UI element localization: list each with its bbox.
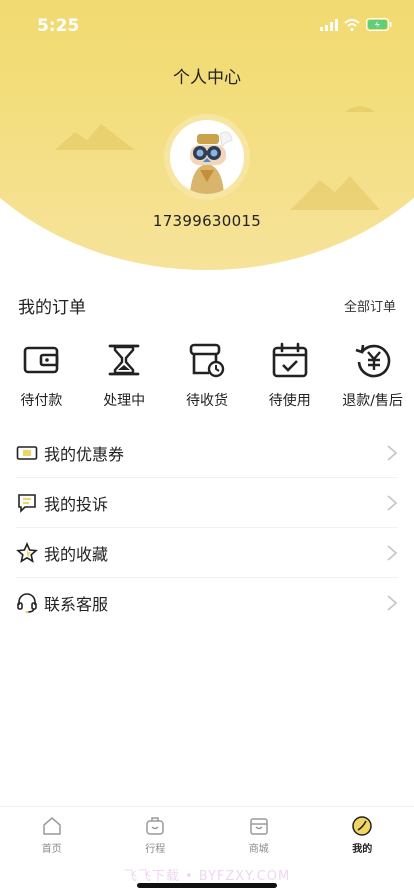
menu-item-coupons[interactable]: 我的优惠券	[16, 428, 398, 478]
profile-header: 5:25 个人中心 17399630015	[0, 0, 414, 275]
menu-item-complaints[interactable]: 我的投诉	[16, 478, 398, 528]
mountain-decoration	[55, 124, 135, 150]
tab-home[interactable]: 首页	[0, 807, 104, 862]
headset-icon	[16, 592, 38, 614]
bottom-tab-bar: 首页 行程 商城 我的	[0, 806, 414, 862]
menu-item-customer-service[interactable]: 联系客服	[16, 578, 398, 628]
menu-item-label: 我的投诉	[44, 494, 109, 514]
star-icon	[16, 541, 38, 564]
avatar-image	[170, 120, 244, 194]
calendar-check-icon	[272, 342, 308, 378]
battery-icon	[366, 18, 392, 31]
chevron-right-icon	[387, 595, 398, 611]
home-indicator	[137, 883, 277, 888]
explorer-mascot-icon	[190, 131, 233, 194]
order-refund[interactable]: 退款/售后	[331, 340, 414, 410]
shop-icon	[250, 818, 268, 835]
status-bar: 5:25	[0, 0, 414, 50]
order-processing[interactable]: 处理中	[83, 340, 166, 410]
watermark: 飞飞下载 • BYFZXY.COM	[123, 869, 291, 884]
order-item-label: 处理中	[103, 393, 146, 409]
trip-icon	[146, 817, 164, 835]
order-pending-payment[interactable]: 待付款	[0, 340, 83, 410]
menu-item-label: 联系客服	[44, 595, 109, 614]
tab-shop[interactable]: 商城	[207, 807, 311, 862]
page-title: 个人中心	[173, 68, 241, 88]
profile-icon	[352, 816, 372, 836]
wifi-icon	[344, 18, 360, 31]
order-to-use[interactable]: 待使用	[248, 340, 331, 410]
orders-title: 我的订单	[18, 297, 86, 318]
menu-list: 我的优惠券 我的投诉 我的收藏 联系客服	[16, 428, 398, 628]
user-phone: 17399630015	[152, 212, 262, 230]
tab-label: 行程	[145, 844, 166, 855]
chevron-right-icon	[387, 444, 398, 461]
tab-trip[interactable]: 行程	[104, 807, 208, 862]
order-status-row: 待付款 处理中 待收货 待使用 退款/售后	[0, 340, 414, 410]
tab-label: 商城	[248, 844, 269, 855]
complaint-icon	[16, 492, 38, 514]
order-item-label: 待付款	[20, 393, 63, 409]
home-icon	[43, 817, 61, 835]
tab-label: 首页	[41, 844, 62, 855]
status-icons	[320, 18, 392, 31]
tab-profile[interactable]: 我的	[311, 807, 414, 862]
orders-header: 我的订单 全部订单	[18, 290, 396, 320]
order-item-label: 退款/售后	[342, 393, 403, 409]
package-clock-icon	[189, 343, 225, 378]
menu-item-label: 我的收藏	[44, 544, 109, 564]
hourglass-icon	[108, 344, 140, 376]
wallet-icon	[24, 346, 59, 374]
tab-label: 我的	[352, 844, 373, 855]
order-awaiting-delivery[interactable]: 待收货	[166, 340, 249, 410]
menu-item-favorites[interactable]: 我的收藏	[16, 528, 398, 578]
order-item-label: 待收货	[185, 393, 228, 409]
chevron-right-icon	[387, 544, 398, 561]
cloud-decoration	[345, 106, 375, 112]
mountain-decoration	[290, 176, 380, 210]
signal-icon	[320, 18, 338, 31]
order-item-label: 待使用	[268, 393, 311, 409]
all-orders-link[interactable]: 全部订单	[344, 296, 396, 315]
avatar[interactable]	[164, 114, 250, 200]
menu-item-label: 我的优惠券	[44, 444, 125, 464]
coupon-icon	[16, 442, 38, 464]
status-time: 5:25	[37, 16, 80, 36]
refund-yen-icon	[355, 344, 390, 378]
chevron-right-icon	[387, 494, 398, 511]
